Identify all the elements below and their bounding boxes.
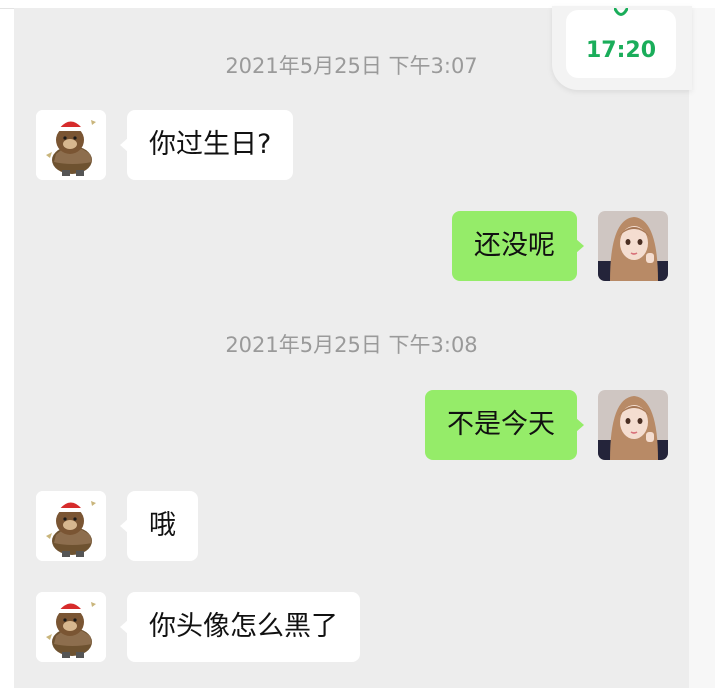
self-avatar[interactable] (598, 390, 668, 460)
outgoing-message-bubble[interactable]: 还没呢 (452, 211, 584, 281)
brown-bear-santa-hat-icon (36, 110, 106, 180)
message-timestamp: 2021年5月25日 下午3:08 (225, 333, 478, 357)
contact-avatar[interactable] (36, 491, 106, 561)
incoming-message-bubble[interactable]: 你过生日? (119, 110, 294, 180)
side-edge (689, 8, 715, 688)
brown-bear-santa-hat-icon (36, 592, 106, 662)
contact-avatar[interactable] (36, 110, 106, 180)
self-avatar[interactable] (598, 211, 668, 281)
anime-girl-icon (598, 211, 668, 281)
anime-girl-icon (598, 390, 668, 460)
message-timestamp: 2021年5月25日 下午3:07 (225, 54, 478, 78)
incoming-message-bubble[interactable]: 哦 (120, 491, 198, 561)
contact-avatar[interactable] (36, 592, 106, 662)
phone-icon (614, 8, 628, 16)
incoming-message-bubble[interactable]: 你头像怎么黑了 (120, 592, 360, 662)
brown-bear-santa-hat-icon (36, 491, 106, 561)
outgoing-message-bubble[interactable]: 不是今天 (425, 390, 584, 460)
